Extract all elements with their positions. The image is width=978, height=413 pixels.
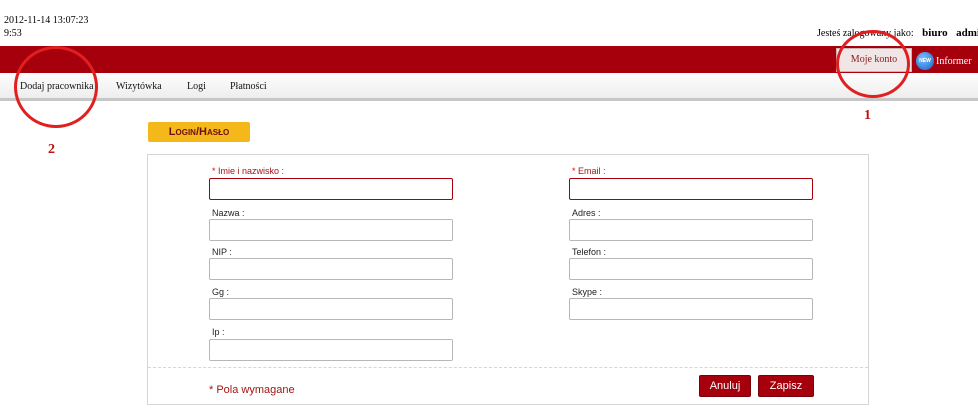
nip-input[interactable] (209, 258, 453, 280)
adres-input[interactable] (569, 219, 813, 241)
label-nip: NIP : (212, 247, 232, 257)
timestamp-line2: 9:53 (4, 28, 22, 39)
timestamp-line1: 2012-11-14 13:07:23 (4, 15, 89, 26)
informer-link[interactable]: NEW Informer (916, 52, 972, 70)
annotation-number-2: 2 (48, 142, 55, 157)
username-part1: biuro (922, 27, 948, 39)
save-button[interactable]: Zapisz (758, 375, 814, 397)
annotation-circle-2 (14, 46, 98, 128)
label-skype: Skype : (572, 287, 603, 297)
email-input[interactable] (569, 178, 813, 200)
full-name-input[interactable] (209, 178, 453, 200)
logged-in-info: Jesteś zalogowany jako: biuro admi (817, 27, 978, 39)
timestamp: 2012-11-14 13:07:23 9:53 (4, 14, 88, 40)
nazwa-input[interactable] (209, 219, 453, 241)
required-asterisk: * (572, 166, 576, 176)
skype-input[interactable] (569, 298, 813, 320)
gg-input[interactable] (209, 298, 453, 320)
nav-item-platnosci[interactable]: Płatności (230, 81, 267, 92)
form-divider (148, 367, 868, 368)
label-email: * Email : (572, 166, 606, 176)
section-title-login-haslo: Login/Hasło (148, 122, 250, 142)
user-form: * Imie i nazwisko : * Email : Nazwa : Ad… (147, 154, 869, 405)
label-ip: Ip : (212, 327, 225, 337)
ip-input[interactable] (209, 339, 453, 361)
top-red-bar (0, 46, 978, 73)
annotation-circle-1 (836, 30, 910, 98)
nav-bar: Dodaj pracownika Wizytówka Logi Płatnośc… (0, 73, 978, 101)
label-nazwa: Nazwa : (212, 208, 245, 218)
nav-item-wizytowka[interactable]: Wizytówka (116, 81, 162, 92)
required-fields-note: * Pola wymagane (209, 384, 295, 396)
new-badge-icon: NEW (916, 52, 934, 70)
label-full-name: * Imie i nazwisko : (212, 166, 285, 176)
label-gg: Gg : (212, 287, 230, 297)
username-part2: admi (956, 27, 978, 39)
required-asterisk: * (209, 384, 214, 396)
cancel-button[interactable]: Anuluj (699, 375, 751, 397)
required-asterisk: * (212, 166, 216, 176)
informer-label: Informer (936, 55, 972, 67)
telefon-input[interactable] (569, 258, 813, 280)
annotation-number-1: 1 (864, 108, 871, 123)
label-adres: Adres : (572, 208, 601, 218)
nav-item-logi[interactable]: Logi (187, 81, 206, 92)
label-telefon: Telefon : (572, 247, 607, 257)
